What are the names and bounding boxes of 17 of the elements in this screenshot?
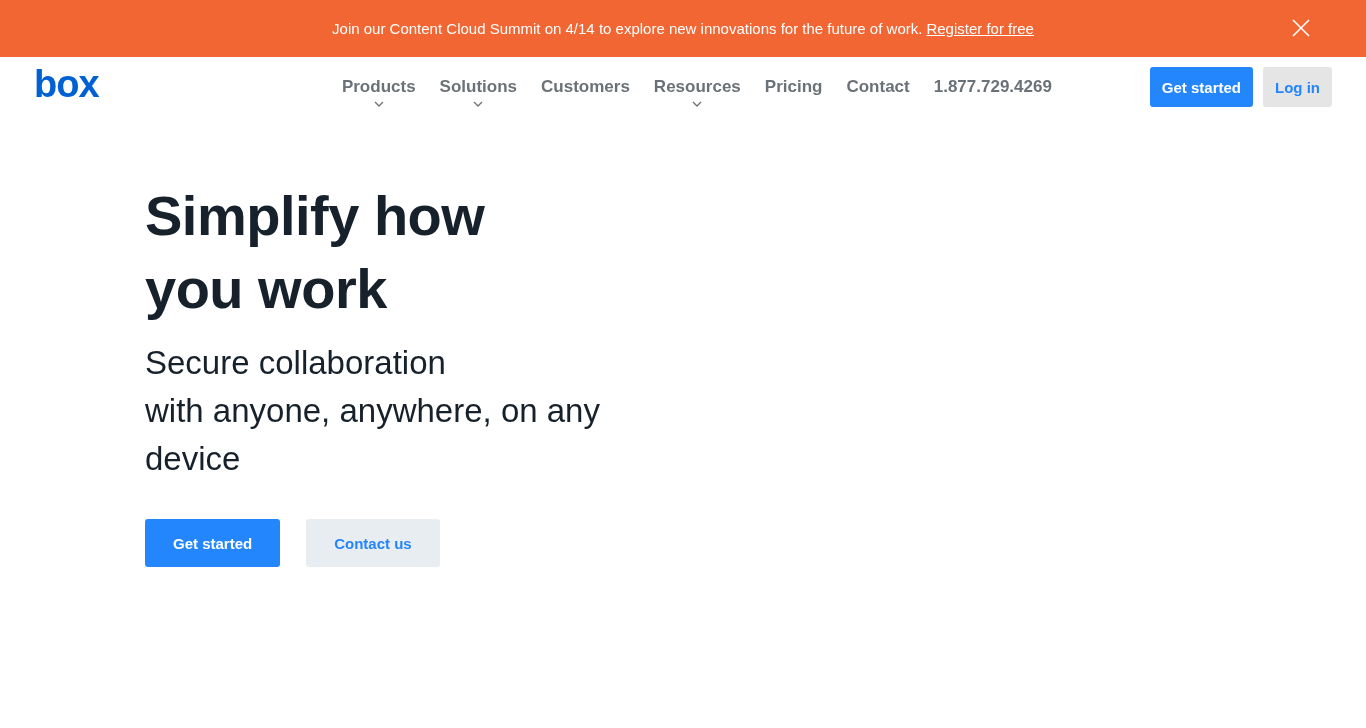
hero-subtitle: Secure collaboration with anyone, anywhere, on any device	[145, 343, 601, 479]
banner-text: Join our Content Cloud Summit on 4/14 to explore new innovations for the future of work. Register for free	[332, 20, 1034, 37]
register-link[interactable]: Register for free	[926, 20, 1034, 37]
nav-link[interactable]: 1.877.729.4269	[933, 77, 1052, 97]
nav-link[interactable]: Pricing	[764, 77, 823, 97]
logo[interactable]: box	[34, 65, 334, 103]
get-started-button[interactable]: Get started	[145, 519, 281, 567]
nav-link[interactable]: Products	[341, 77, 416, 97]
hero-title: Simplify how you work	[145, 183, 486, 322]
nav-link[interactable]: Contact	[846, 77, 910, 97]
close-icon[interactable]	[1292, 19, 1310, 37]
nav-link[interactable]: Customers	[541, 77, 630, 97]
nav-link[interactable]: Solutions	[439, 77, 518, 97]
get-started-button[interactable]: Get started	[1149, 67, 1253, 107]
nav-link[interactable]: Resources	[653, 77, 741, 97]
log-in-button[interactable]: Log in	[1263, 67, 1332, 107]
contact-button[interactable]: Contact us	[306, 519, 440, 567]
